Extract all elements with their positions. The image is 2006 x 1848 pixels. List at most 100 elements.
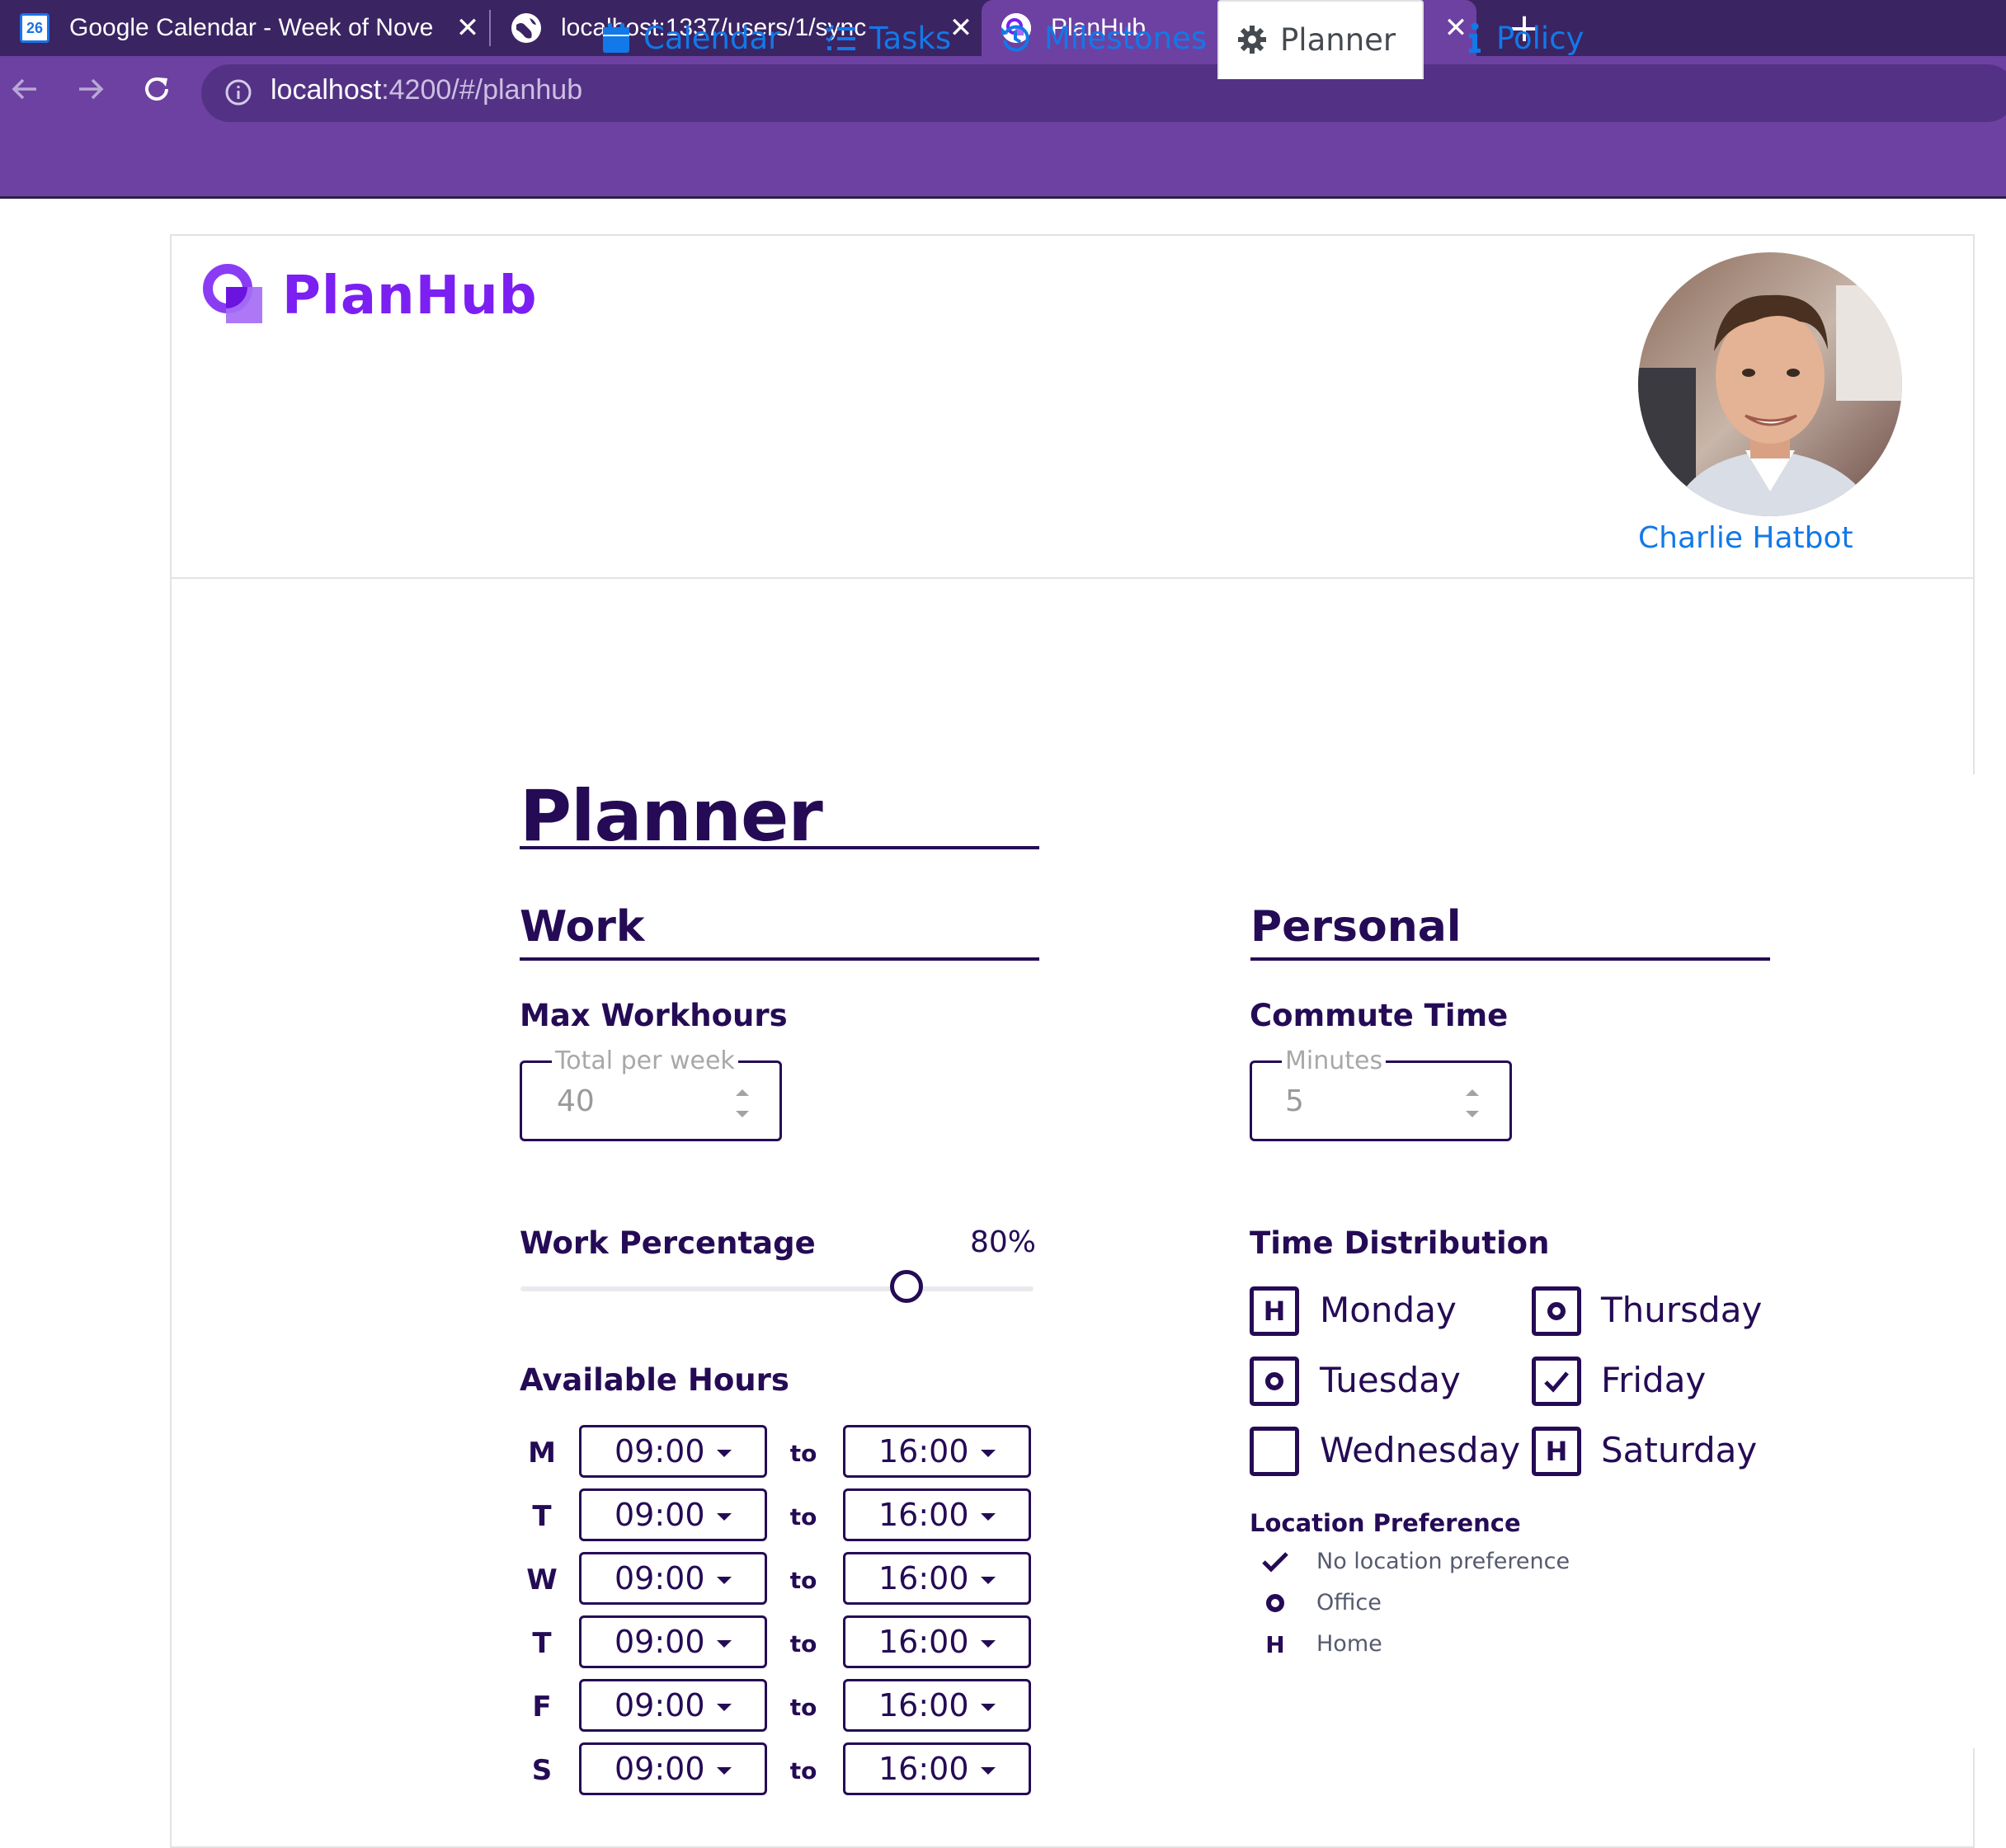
max-workhours-label: Max Workhours — [520, 998, 788, 1033]
caret-down-icon — [981, 1577, 996, 1584]
nav-label: Planner — [1280, 21, 1396, 58]
card-border — [1973, 1748, 1975, 1848]
slider-thumb[interactable] — [890, 1270, 923, 1303]
to-label: to — [789, 1567, 817, 1594]
from-time-select[interactable]: 09:00 — [579, 1552, 767, 1605]
calendar-icon — [603, 23, 629, 53]
time-value: 16:00 — [878, 1751, 969, 1787]
work-percentage-slider[interactable] — [520, 1286, 1034, 1291]
caret-down-icon — [717, 1767, 732, 1775]
tab-google-calendar[interactable]: 26 Google Calendar - Week of Nove ✕ — [0, 0, 488, 56]
monday-home-toggle[interactable]: H — [1250, 1286, 1299, 1336]
time-value: 16:00 — [878, 1497, 969, 1533]
nav-milestones[interactable]: Milestones — [982, 0, 1225, 76]
work-underline — [520, 957, 1039, 961]
thursday-office-toggle[interactable] — [1532, 1286, 1581, 1336]
to-time-select[interactable]: 16:00 — [843, 1552, 1031, 1605]
logo-text: PlanHub — [282, 266, 538, 327]
max-workhours-value: 40 — [557, 1084, 595, 1118]
history-icon — [1001, 25, 1029, 52]
personal-underline — [1250, 957, 1770, 961]
day-label: Wednesday — [1320, 1430, 1521, 1470]
caret-down-icon — [717, 1577, 732, 1584]
commute-time-input[interactable]: Minutes 5 — [1250, 1046, 1512, 1141]
nav-label: Policy — [1496, 20, 1585, 56]
nav-calendar[interactable]: Calendar — [584, 0, 798, 76]
reload-button[interactable] — [135, 73, 178, 115]
reload-icon — [145, 77, 168, 101]
url-path: :4200/#/planhub — [381, 74, 583, 106]
to-time-select[interactable]: 16:00 — [843, 1425, 1031, 1478]
to-label: to — [789, 1503, 817, 1531]
time-value: 16:00 — [878, 1560, 969, 1596]
google-calendar-icon: 26 — [20, 13, 49, 43]
to-label: to — [789, 1757, 817, 1785]
from-time-select[interactable]: 09:00 — [579, 1488, 767, 1541]
day-letter: M — [528, 1437, 556, 1469]
caret-down-icon — [717, 1704, 732, 1711]
tasks-list-icon — [825, 25, 855, 50]
to-time-select[interactable]: 16:00 — [843, 1615, 1031, 1668]
max-workhours-input[interactable]: Total per week 40 — [520, 1046, 782, 1141]
from-time-select[interactable]: 09:00 — [579, 1679, 767, 1732]
wednesday-empty-toggle[interactable] — [1250, 1427, 1299, 1476]
commute-time-label: Commute Time — [1250, 998, 1509, 1033]
home-h-symbol: H — [1265, 1630, 1285, 1658]
nav-label: Calendar — [643, 20, 781, 56]
url-host: localhost — [271, 74, 382, 106]
tab-separator — [489, 10, 491, 46]
legend-text: Office — [1316, 1590, 1382, 1615]
back-button[interactable] — [3, 73, 46, 115]
nav-policy[interactable]: Policy — [1448, 0, 1602, 76]
user-name-link[interactable]: Charlie Hatbot — [1638, 521, 1853, 555]
max-workhours-legend: Total per week — [552, 1046, 738, 1075]
caret-down-icon — [981, 1513, 996, 1521]
card-border — [1973, 234, 1975, 774]
tab-title: Google Calendar - Week of Nove — [69, 14, 434, 41]
saturday-home-toggle[interactable]: H — [1532, 1427, 1581, 1476]
forward-arrow-icon — [79, 78, 104, 100]
from-time-select[interactable]: 09:00 — [579, 1615, 767, 1668]
close-tab-icon[interactable]: ✕ — [447, 12, 488, 45]
caret-down-icon — [717, 1640, 732, 1648]
legend-text: No location preference — [1316, 1549, 1570, 1574]
home-h-icon: H — [1263, 1295, 1286, 1327]
back-arrow-icon — [12, 78, 36, 100]
tuesday-office-toggle[interactable] — [1250, 1357, 1299, 1406]
time-value: 16:00 — [878, 1624, 969, 1660]
work-percentage-label: Work Percentage — [520, 1225, 816, 1261]
from-time-select[interactable]: 09:00 — [579, 1425, 767, 1478]
home-h-icon: H — [1260, 1629, 1290, 1659]
time-value: 09:00 — [615, 1497, 705, 1533]
legend-text: Home — [1316, 1631, 1382, 1657]
caret-down-icon — [717, 1450, 732, 1457]
to-time-select[interactable]: 16:00 — [843, 1679, 1031, 1732]
to-time-select[interactable]: 16:00 — [843, 1488, 1031, 1541]
title-underline — [520, 846, 1039, 849]
planhub-logo[interactable]: PlanHub — [201, 262, 538, 330]
to-label: to — [789, 1694, 817, 1721]
number-spinner-icon[interactable] — [733, 1083, 751, 1124]
site-info-icon[interactable] — [224, 78, 252, 106]
day-label: Thursday — [1601, 1290, 1763, 1330]
forward-button[interactable] — [69, 73, 112, 115]
day-letter: W — [526, 1564, 558, 1596]
to-label: to — [789, 1630, 817, 1658]
time-value: 16:00 — [878, 1687, 969, 1723]
work-percentage-value: 80% — [970, 1225, 1037, 1259]
day-label: Tuesday — [1320, 1360, 1461, 1400]
to-time-select[interactable]: 16:00 — [843, 1742, 1031, 1795]
nav-planner[interactable]: Planner — [1217, 0, 1424, 79]
url-text[interactable]: localhost:4200/#/planhub — [271, 74, 582, 106]
chrome-divider — [0, 196, 2006, 199]
avatar[interactable] — [1638, 252, 1902, 516]
info-icon — [1469, 22, 1481, 53]
friday-check-toggle[interactable] — [1532, 1357, 1581, 1406]
number-spinner-icon[interactable] — [1463, 1083, 1481, 1124]
day-letter: T — [532, 1627, 552, 1660]
user-photo — [1638, 252, 1902, 516]
caret-down-icon — [981, 1767, 996, 1775]
location-preference-label: Location Preference — [1250, 1509, 1521, 1537]
nav-tasks[interactable]: Tasks — [807, 0, 969, 76]
from-time-select[interactable]: 09:00 — [579, 1742, 767, 1795]
